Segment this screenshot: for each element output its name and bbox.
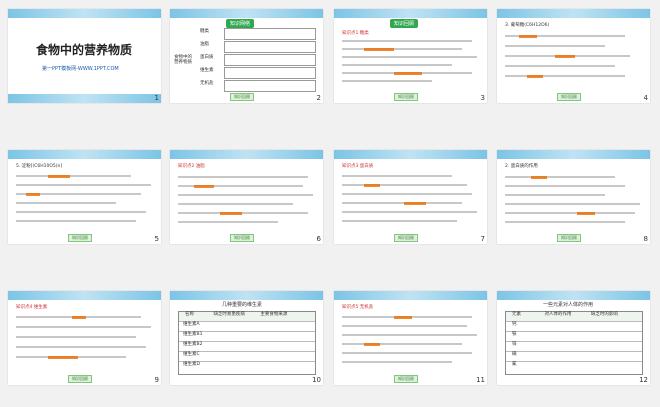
slide-heading: 2. 蛋白质的作用	[505, 164, 538, 169]
review-button[interactable]: 知识回顾	[68, 375, 92, 383]
slide-number: 7	[480, 235, 485, 243]
mindmap-branch: 油脂	[200, 42, 209, 47]
review-button[interactable]: 知识回顾	[230, 234, 254, 242]
decor-stripe	[334, 9, 487, 18]
mindmap-center: 食物中的营养物质	[174, 55, 192, 65]
decor-stripe	[334, 291, 487, 300]
section-badge: 知识网络	[226, 19, 255, 28]
section-tag: 知识点2 油脂	[178, 164, 205, 169]
table-col: 名称	[185, 312, 194, 317]
table-col: 元素	[512, 312, 521, 317]
decor-stripe	[497, 9, 650, 18]
slide-thumbnail[interactable]: 几种重要的维生素 名称 缺乏时易患疾病 主要食物来源 维生素A 维生素B1 维生…	[170, 291, 323, 385]
mindmap-branch: 糖类	[200, 29, 209, 34]
mindmap-box	[224, 54, 316, 66]
table-col: 对人体的作用	[544, 312, 572, 317]
review-button[interactable]: 知识回顾	[394, 375, 418, 383]
decor-stripe	[170, 150, 323, 159]
table-row: 维生素C	[179, 352, 315, 362]
section-tag: 知识点4 维生素	[16, 305, 48, 310]
mindmap-branch: 蛋白质	[200, 55, 214, 60]
table-row: 氟	[512, 362, 517, 367]
slide-title: 食物中的营养物质	[36, 43, 133, 57]
review-button[interactable]: 知识回顾	[230, 93, 254, 101]
table-row: 维生素D	[183, 362, 200, 367]
section-tag: 知识点1 糖类	[342, 31, 369, 36]
slide-number: 10	[312, 376, 321, 384]
slide-thumbnail[interactable]: 2. 蛋白质的作用 知识回顾 8	[497, 150, 650, 244]
slide-number: 12	[639, 376, 648, 384]
decor-stripe	[8, 94, 161, 103]
section-tag: 知识点3 蛋白质	[342, 164, 374, 169]
table-header: 名称 缺乏时易患疾病 主要食物来源	[179, 312, 315, 322]
element-table: 元素 对人体的作用 缺乏时的影响 钙 铁 锌 碘 氟	[505, 311, 643, 375]
table-row: 维生素B2	[179, 342, 315, 352]
table-row: 钙	[506, 322, 642, 332]
slide-number: 11	[476, 376, 485, 384]
slide-subtitle: 第一PPT模板网-WWW.1PPT.COM	[42, 66, 119, 72]
mindmap-branch: 无机盐	[200, 81, 214, 86]
slide-number: 2	[316, 94, 321, 102]
decor-stripe	[8, 150, 161, 159]
slide-thumbnail[interactable]: 知识点4 维生素 知识回顾 9	[8, 291, 161, 385]
slide-thumbnail[interactable]: 3. 葡萄糖(C6H12O6) 知识回顾 4	[497, 9, 650, 103]
review-button[interactable]: 知识回顾	[394, 234, 418, 242]
table-row: 维生素A	[179, 322, 315, 332]
table-col: 缺乏时的影响	[590, 312, 618, 317]
section-badge: 知识回顾	[390, 19, 419, 28]
table-col: 主要食物来源	[260, 312, 288, 317]
vitamin-table: 名称 缺乏时易患疾病 主要食物来源 维生素A 维生素B1 维生素B2 维生素C …	[178, 311, 316, 375]
slide-thumbnail[interactable]: 知识点5 无机盐 知识回顾 11	[334, 291, 487, 385]
slide-thumbnail[interactable]: 知识网络 食物中的营养物质 糖类 油脂 蛋白质 维生素 无机盐 知识回顾 2	[170, 9, 323, 103]
table-row: 铁	[506, 332, 642, 342]
decor-stripe	[170, 9, 323, 18]
review-button[interactable]: 知识回顾	[394, 93, 418, 101]
mindmap-box	[224, 67, 316, 79]
review-button[interactable]: 知识回顾	[68, 234, 92, 242]
decor-stripe	[170, 291, 323, 300]
decor-stripe	[497, 150, 650, 159]
slide-number: 9	[154, 376, 159, 384]
slide-number: 5	[154, 235, 159, 243]
mindmap-branch: 维生素	[200, 68, 214, 73]
slide-thumbnail[interactable]: 知识点3 蛋白质 知识回顾 7	[334, 150, 487, 244]
section-tag: 知识点5 无机盐	[342, 305, 374, 310]
slide-number: 1	[154, 94, 159, 102]
slide-thumbnail[interactable]: 食物中的营养物质 第一PPT模板网-WWW.1PPT.COM 1	[8, 9, 161, 103]
table-title: 一些元素对人体的作用	[543, 302, 594, 308]
decor-stripe	[497, 291, 650, 300]
decor-stripe	[8, 291, 161, 300]
slide-number: 4	[643, 94, 648, 102]
decor-stripe	[334, 150, 487, 159]
slide-thumbnail[interactable]: 5. 淀粉[(C6H10O5)n] 知识回顾 5	[8, 150, 161, 244]
review-button[interactable]: 知识回顾	[557, 93, 581, 101]
slide-heading: 5. 淀粉[(C6H10O5)n]	[16, 164, 63, 169]
slide-number: 6	[316, 235, 321, 243]
table-row: 维生素B1	[179, 332, 315, 342]
table-header: 元素 对人体的作用 缺乏时的影响	[506, 312, 642, 322]
mindmap-box	[224, 41, 316, 53]
mindmap-box	[224, 28, 316, 40]
slide-thumbnail[interactable]: 知识点2 油脂 知识回顾 6	[170, 150, 323, 244]
review-button[interactable]: 知识回顾	[557, 234, 581, 242]
slide-grid: 食物中的营养物质 第一PPT模板网-WWW.1PPT.COM 1 知识网络 食物…	[0, 0, 660, 407]
decor-stripe	[8, 9, 161, 18]
slide-number: 3	[480, 94, 485, 102]
mindmap-box	[224, 80, 316, 92]
slide-thumbnail[interactable]: 知识回顾 知识点1 糖类 知识回顾 3	[334, 9, 487, 103]
table-row: 锌	[506, 342, 642, 352]
table-col: 缺乏时易患疾病	[213, 312, 245, 317]
table-row: 碘	[506, 352, 642, 362]
slide-thumbnail[interactable]: 一些元素对人体的作用 元素 对人体的作用 缺乏时的影响 钙 铁 锌 碘 氟 12	[497, 291, 650, 385]
table-title: 几种重要的维生素	[222, 302, 263, 308]
slide-heading: 3. 葡萄糖(C6H12O6)	[505, 23, 550, 28]
slide-number: 8	[643, 235, 648, 243]
